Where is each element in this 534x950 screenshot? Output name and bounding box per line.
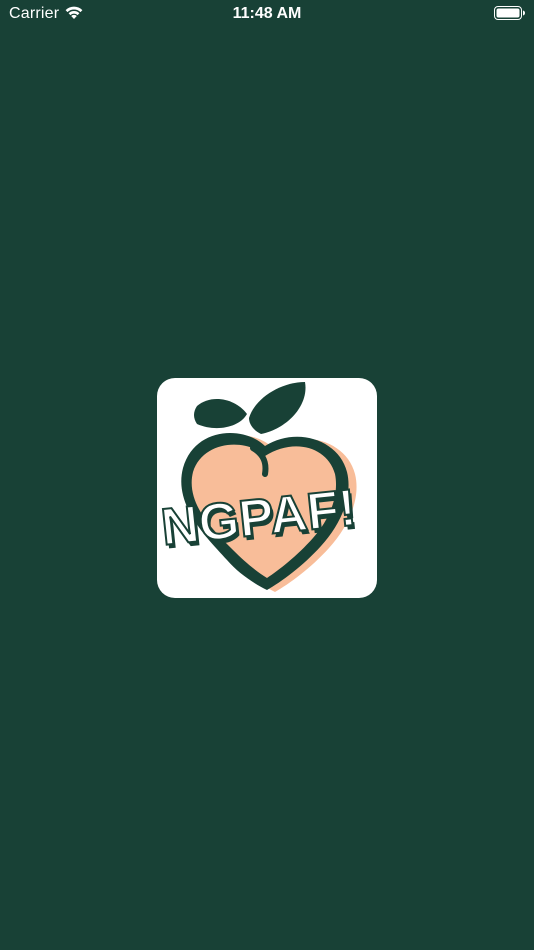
- battery-icon: [494, 6, 525, 20]
- peach-heart-logo: NGPAF! NGPAF!: [157, 382, 361, 592]
- status-time: 11:48 AM: [232, 5, 302, 22]
- app-logo: NGPAF! NGPAF!: [157, 378, 377, 598]
- status-bar: Carrier 11:48 AM: [0, 0, 534, 28]
